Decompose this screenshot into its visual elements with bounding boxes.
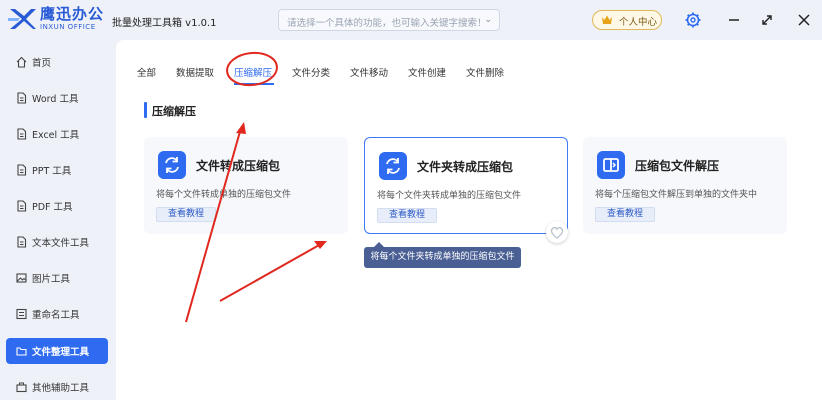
sidebar-item-word[interactable]: Word 工具: [6, 85, 108, 111]
chevron-down-icon[interactable]: ⌄: [484, 15, 492, 25]
tab-compress[interactable]: 压缩解压: [234, 65, 272, 79]
sidebar-item-label: 首页: [32, 58, 52, 69]
document-icon: [17, 128, 27, 140]
sidebar-item-excel[interactable]: Excel 工具: [6, 121, 108, 147]
card-description: 将每个文件转成单独的压缩包文件: [156, 190, 292, 200]
card-title: 文件转成压缩包: [196, 159, 281, 173]
archive-icon: [597, 151, 625, 179]
sidebar-item-label: 其他辅助工具: [32, 383, 90, 394]
sidebar-item-label: 重命名工具: [32, 310, 80, 321]
image-icon: [16, 273, 27, 283]
brand-subtitle: INXUN OFFICE: [40, 23, 96, 31]
card-title: 文件夹转成压缩包: [417, 160, 514, 174]
tab-file-classify[interactable]: 文件分类: [292, 65, 330, 79]
maximize-icon[interactable]: [757, 10, 777, 30]
crown-icon: [602, 15, 612, 24]
sidebar-item-rename[interactable]: 重命名工具: [6, 301, 108, 327]
view-tutorial-button[interactable]: 查看教程: [156, 207, 216, 222]
tab-file-delete[interactable]: 文件删除: [466, 65, 504, 79]
folder-icon: [16, 347, 27, 356]
user-center-button[interactable]: 个人中心: [592, 10, 662, 30]
sidebar-item-home[interactable]: 首页: [6, 49, 108, 75]
brand: 鹰迅办公 INXUN OFFICE: [40, 6, 104, 32]
card-title: 压缩包文件解压: [635, 159, 720, 173]
tooltip: 将每个文件夹转成单独的压缩包文件: [364, 247, 521, 268]
tool-card-unzip[interactable]: 压缩包文件解压 将每个压缩包文件解压到单独的文件夹中 查看教程: [583, 137, 787, 234]
card-description: 将每个压缩包文件解压到单独的文件夹中: [595, 190, 758, 200]
sidebar-item-text[interactable]: 文本文件工具: [6, 229, 108, 255]
title-bar: 鹰迅办公 INXUN OFFICE 批量处理工具箱 v1.0.1 请选择一个具体…: [0, 0, 822, 40]
sidebar-item-label: Excel 工具: [32, 130, 80, 141]
search-placeholder: 请选择一个具体的功能，也可输入关键字搜索！: [287, 18, 487, 29]
tab-data-extract[interactable]: 数据提取: [176, 65, 214, 79]
gear-icon[interactable]: [683, 10, 703, 30]
app-logo-icon: [8, 9, 36, 29]
brand-name: 鹰迅办公: [40, 5, 105, 23]
main-panel: 全部 数据提取 压缩解压 文件分类 文件移动 文件创建 文件删除 压缩解压 文件…: [116, 40, 822, 400]
sidebar-item-other[interactable]: 其他辅助工具: [6, 374, 108, 400]
tool-card-folder-to-zip[interactable]: 文件夹转成压缩包 将每个文件夹转成单独的压缩包文件 查看教程: [364, 137, 568, 234]
view-tutorial-button[interactable]: 查看教程: [377, 208, 437, 223]
tab-all[interactable]: 全部: [137, 65, 156, 79]
document-icon: [17, 200, 27, 212]
convert-icon: [379, 152, 407, 180]
tab-file-move[interactable]: 文件移动: [350, 65, 388, 79]
sidebar-item-file-organize[interactable]: 文件整理工具: [6, 338, 108, 364]
user-center-label: 个人中心: [619, 17, 658, 28]
sidebar: 首页 Word 工具 Excel 工具 PPT 工具 PDF 工具 文本文件工具…: [0, 40, 116, 400]
list-icon: [16, 308, 27, 320]
tab-active-indicator: [234, 83, 274, 85]
sidebar-item-label: Word 工具: [32, 94, 79, 105]
search-input[interactable]: 请选择一个具体的功能，也可输入关键字搜索！ ⌄: [278, 9, 500, 31]
sidebar-item-label: PDF 工具: [32, 202, 73, 213]
tool-card-file-to-zip[interactable]: 文件转成压缩包 将每个文件转成单独的压缩包文件 查看教程: [144, 137, 348, 234]
sidebar-item-label: 图片工具: [32, 274, 71, 285]
minimize-icon[interactable]: [724, 10, 744, 30]
document-icon: [17, 164, 27, 176]
section-title: 压缩解压: [152, 105, 196, 118]
sidebar-item-label: 文本文件工具: [32, 238, 90, 249]
view-tutorial-button[interactable]: 查看教程: [595, 207, 655, 222]
close-icon[interactable]: [794, 10, 814, 30]
home-icon: [16, 56, 27, 68]
sidebar-item-label: 文件整理工具: [32, 347, 90, 358]
sidebar-item-ppt[interactable]: PPT 工具: [6, 157, 108, 183]
sidebar-item-pdf[interactable]: PDF 工具: [6, 193, 108, 219]
convert-icon: [158, 151, 186, 179]
sidebar-item-label: PPT 工具: [32, 166, 72, 177]
sidebar-item-image[interactable]: 图片工具: [6, 265, 108, 291]
document-icon: [17, 236, 27, 248]
favorite-button[interactable]: [546, 221, 568, 243]
section-accent-bar: [144, 102, 147, 118]
app-title: 批量处理工具箱 v1.0.1: [112, 18, 217, 29]
toolbox-icon: [16, 382, 27, 393]
document-icon: [17, 92, 27, 104]
card-description: 将每个文件夹转成单独的压缩包文件: [377, 191, 522, 201]
tab-file-create[interactable]: 文件创建: [408, 65, 446, 79]
heart-icon: [550, 226, 564, 239]
